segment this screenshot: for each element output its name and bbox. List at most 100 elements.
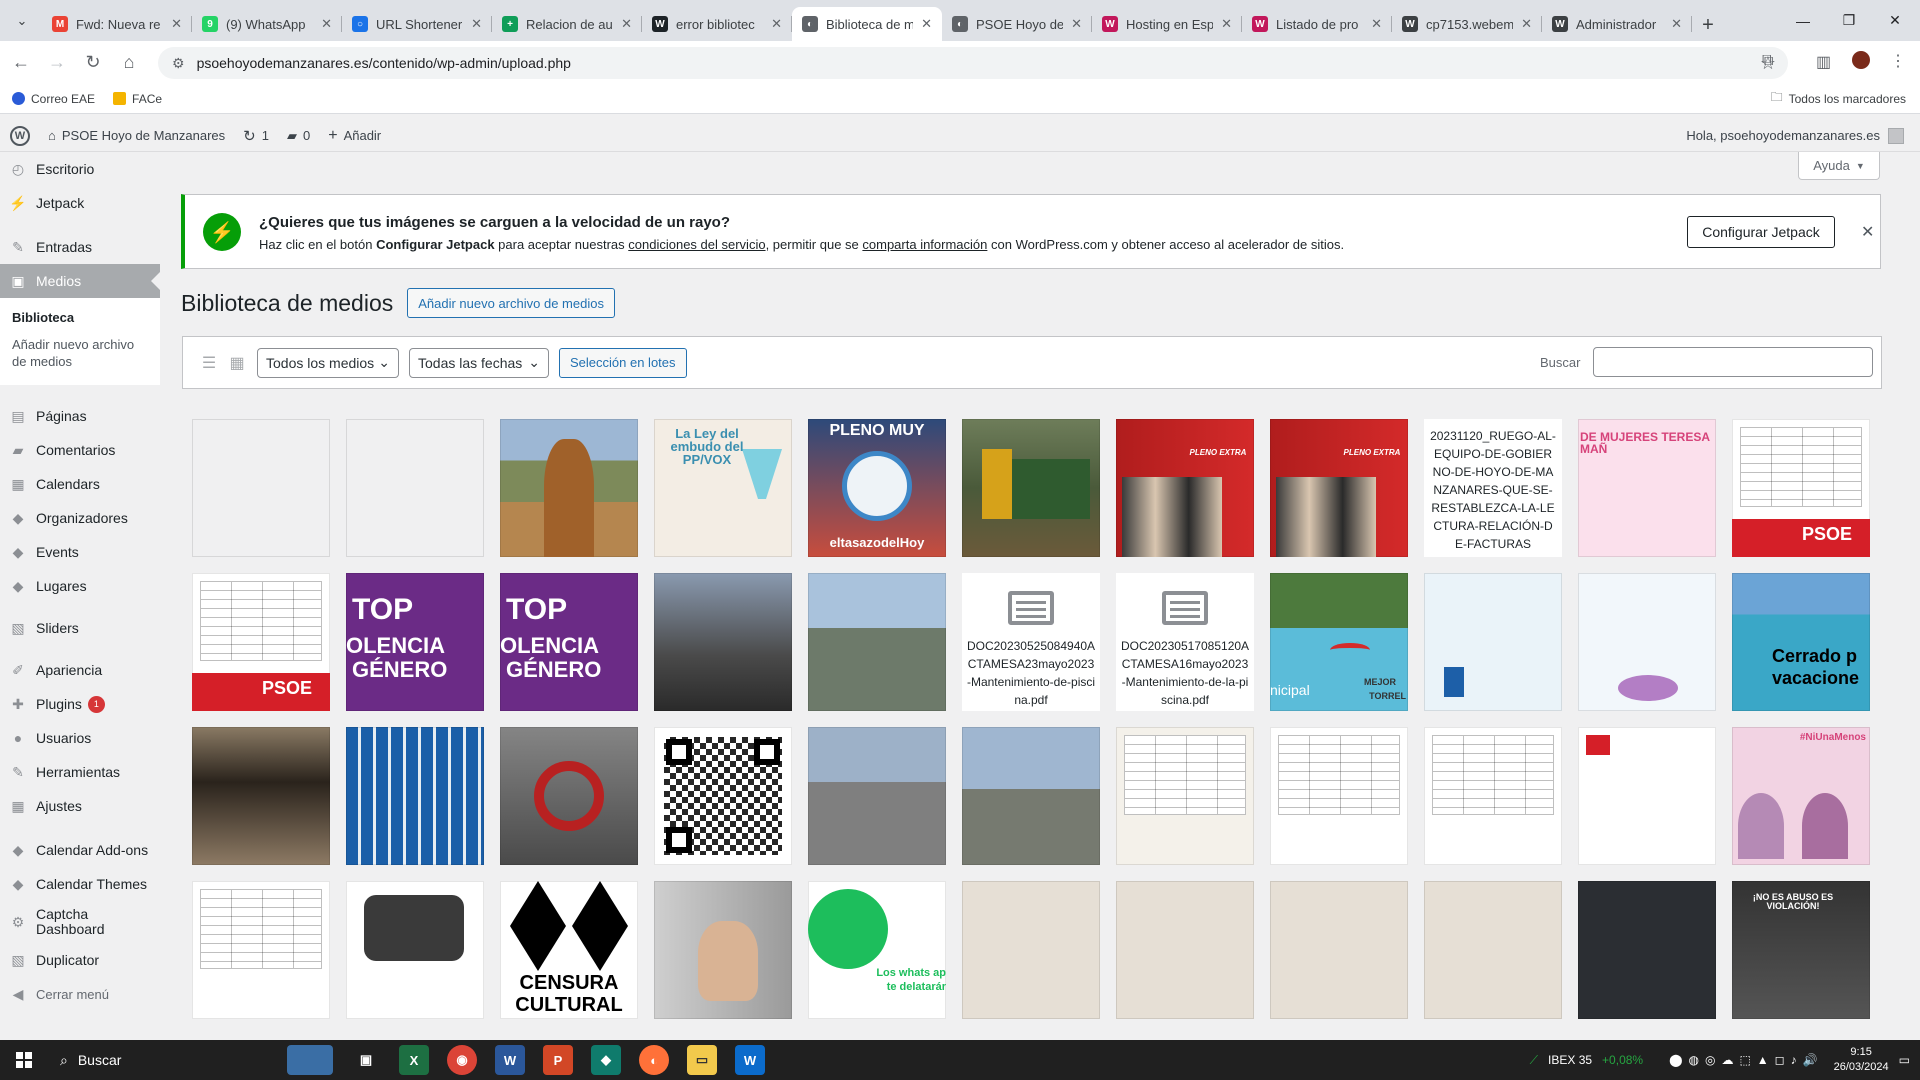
- browser-tab[interactable]: W Listado de pro ✕: [1242, 7, 1392, 41]
- media-thumbnail[interactable]: [500, 727, 638, 865]
- browser-tab[interactable]: M Fwd: Nueva re ✕: [42, 7, 192, 41]
- taskbar-search[interactable]: ⌕ Buscar: [48, 1040, 278, 1080]
- media-thumbnail[interactable]: [808, 573, 946, 711]
- sidebar-item-herramientas[interactable]: ✎ Herramientas: [0, 755, 160, 789]
- minimize-icon[interactable]: —: [1780, 0, 1826, 41]
- share-info-link[interactable]: comparta información: [862, 237, 987, 252]
- sidebar-item-escritorio[interactable]: ◴ Escritorio: [0, 152, 160, 186]
- sidebar-item-calendar-themes[interactable]: ◆ Calendar Themes: [0, 867, 160, 901]
- sidebar-item-jetpack[interactable]: ⚡ Jetpack: [0, 186, 160, 220]
- browser-tab[interactable]: Werror bibliotec ✕: [642, 7, 792, 41]
- close-tab-icon[interactable]: ✕: [471, 16, 482, 32]
- start-button[interactable]: [0, 1040, 48, 1080]
- media-thumbnail[interactable]: nicipal MEJOR TORREL: [1270, 573, 1408, 711]
- excel-icon[interactable]: X: [399, 1045, 429, 1075]
- sidebar-item-duplicator[interactable]: ▧ Duplicator: [0, 943, 160, 977]
- all-bookmarks[interactable]: 🗀 Todos los marcadores: [1771, 88, 1906, 109]
- bookmark-correo[interactable]: Correo EAE: [12, 92, 95, 106]
- browser-tab[interactable]: 9 (9) WhatsApp ✕: [192, 7, 342, 41]
- add-new-media-button[interactable]: Añadir nuevo archivo de medios: [407, 288, 615, 318]
- sidebar-item-sliders[interactable]: ▧ Sliders: [0, 611, 160, 645]
- media-thumbnail[interactable]: [1578, 573, 1716, 711]
- media-thumbnail[interactable]: [1270, 881, 1408, 1019]
- home-icon[interactable]: ⌂: [114, 48, 144, 78]
- media-thumbnail[interactable]: [346, 727, 484, 865]
- close-tab-icon[interactable]: ✕: [1071, 16, 1082, 32]
- extensions-icon[interactable]: ⧉: [1762, 52, 1773, 70]
- terminal-icon[interactable]: ◆: [591, 1045, 621, 1075]
- media-thumbnail[interactable]: [962, 881, 1100, 1019]
- browser-tab[interactable]: ◐ Biblioteca de m ✕: [792, 7, 942, 41]
- browser-tab[interactable]: ◐ PSOE Hoyo de ✕: [942, 7, 1092, 41]
- bookmark-face[interactable]: FACe: [113, 92, 162, 106]
- new-tab-button[interactable]: +: [1692, 9, 1724, 41]
- menu-icon[interactable]: ⋮: [1890, 51, 1906, 71]
- media-thumbnail[interactable]: PLENO EXTRA: [1270, 419, 1408, 557]
- sidebar-item-entradas[interactable]: ✎ Entradas: [0, 230, 160, 264]
- sidebar-item-cerrar-men-[interactable]: ◀ Cerrar menú: [0, 977, 160, 1011]
- tray-icons[interactable]: ⬤◍◎☁⬚▲◻♪🔊: [1669, 1053, 1824, 1067]
- account-menu[interactable]: Hola, psoehoyodemanzanares.es: [1686, 127, 1904, 144]
- browser-tab[interactable]: Wcp7153.webem ✕: [1392, 7, 1542, 41]
- site-name-link[interactable]: ⌂ PSOE Hoyo de Manzanares: [48, 128, 225, 143]
- restore-icon[interactable]: ❐: [1826, 0, 1872, 41]
- list-view-icon[interactable]: ☰: [199, 353, 219, 373]
- date-filter-select[interactable]: Todas las fechas ⌄: [409, 347, 549, 378]
- media-thumbnail[interactable]: Cerrado p vacacione: [1732, 573, 1870, 711]
- media-thumbnail[interactable]: PSOE: [192, 573, 330, 711]
- notifications-icon[interactable]: ▭: [1899, 1053, 1910, 1067]
- sidebar-item-calendars[interactable]: ▦ Calendars: [0, 467, 160, 501]
- media-thumbnail[interactable]: [192, 727, 330, 865]
- close-tab-icon[interactable]: ✕: [1221, 16, 1232, 32]
- powerpoint-icon[interactable]: P: [543, 1045, 573, 1075]
- media-thumbnail[interactable]: DE MUJERES TERESA MAÑ: [1578, 419, 1716, 557]
- media-thumbnail[interactable]: DOC20230517085120ACTAMESA16mayo2023-Mant…: [1116, 573, 1254, 711]
- forward-icon[interactable]: →: [42, 48, 72, 78]
- media-thumbnail[interactable]: 20231120_RUEGO-AL-EQUIPO-DE-GOBIERNO-DE-…: [1424, 419, 1562, 557]
- media-thumbnail[interactable]: Los whats ap te delatarár: [808, 881, 946, 1019]
- url-bar[interactable]: ⚙ psoehoyodemanzanares.es/contenido/wp-a…: [158, 47, 1788, 79]
- search-input[interactable]: [1593, 347, 1873, 377]
- submenu-add-new[interactable]: Añadir nuevo archivo de medios: [0, 331, 160, 375]
- add-new-link[interactable]: + Añadir: [328, 127, 381, 145]
- configure-jetpack-button[interactable]: Configurar Jetpack: [1687, 216, 1835, 248]
- media-thumbnail[interactable]: [1424, 727, 1562, 865]
- media-type-select[interactable]: Todos los medios ⌄: [257, 347, 399, 378]
- media-thumbnail[interactable]: #NiUnaMenos: [1732, 727, 1870, 865]
- media-thumbnail[interactable]: La Ley del embudo del PP/VOX: [654, 419, 792, 557]
- back-icon[interactable]: ←: [6, 48, 36, 78]
- firefox-icon[interactable]: ◐: [639, 1045, 669, 1075]
- media-thumbnail[interactable]: PLENO EXTRA: [1116, 419, 1254, 557]
- media-thumbnail[interactable]: [1578, 881, 1716, 1019]
- browser-tab[interactable]: + Relacion de au ✕: [492, 7, 642, 41]
- terms-link[interactable]: condiciones del servicio: [628, 237, 765, 252]
- sidebar-item-apariencia[interactable]: ✐ Apariencia: [0, 653, 160, 687]
- sidebar-item-ajustes[interactable]: ▦ Ajustes: [0, 789, 160, 823]
- close-tab-icon[interactable]: ✕: [1671, 16, 1682, 32]
- comments-link[interactable]: ▰ 0: [287, 128, 310, 144]
- close-tab-icon[interactable]: ✕: [771, 16, 782, 32]
- media-thumbnail[interactable]: [192, 419, 330, 557]
- sidebar-item-p-ginas[interactable]: ▤ Páginas: [0, 399, 160, 433]
- clock[interactable]: 9:15 26/03/2024: [1834, 1045, 1889, 1075]
- sidebar-item-medios[interactable]: ▣ Medios: [0, 264, 160, 298]
- help-tab-button[interactable]: Ayuda ▼: [1798, 152, 1880, 180]
- sidebar-item-usuarios[interactable]: ● Usuarios: [0, 721, 160, 755]
- media-thumbnail[interactable]: [1116, 881, 1254, 1019]
- sidebar-item-lugares[interactable]: ◆ Lugares: [0, 569, 160, 603]
- close-tab-icon[interactable]: ✕: [1371, 16, 1382, 32]
- close-tab-icon[interactable]: ✕: [621, 16, 632, 32]
- media-thumbnail[interactable]: [654, 881, 792, 1019]
- search-highlight-icon[interactable]: [287, 1045, 333, 1075]
- media-thumbnail[interactable]: [654, 727, 792, 865]
- media-thumbnail[interactable]: [1578, 727, 1716, 865]
- sidebar-item-calendar-add-ons[interactable]: ◆ Calendar Add-ons: [0, 833, 160, 867]
- media-thumbnail[interactable]: [808, 727, 946, 865]
- submenu-library[interactable]: Biblioteca: [0, 304, 160, 331]
- ibex-label[interactable]: IBEX 35: [1548, 1053, 1592, 1067]
- browser-tab[interactable]: ○ URL Shortener ✕: [342, 7, 492, 41]
- media-thumbnail[interactable]: CENSURA CULTURAL: [500, 881, 638, 1019]
- browser-tab[interactable]: W Administrador ✕: [1542, 7, 1692, 41]
- file-explorer-icon[interactable]: ▭: [687, 1045, 717, 1075]
- media-thumbnail[interactable]: TOP OLENCIA GÉNERO: [346, 573, 484, 711]
